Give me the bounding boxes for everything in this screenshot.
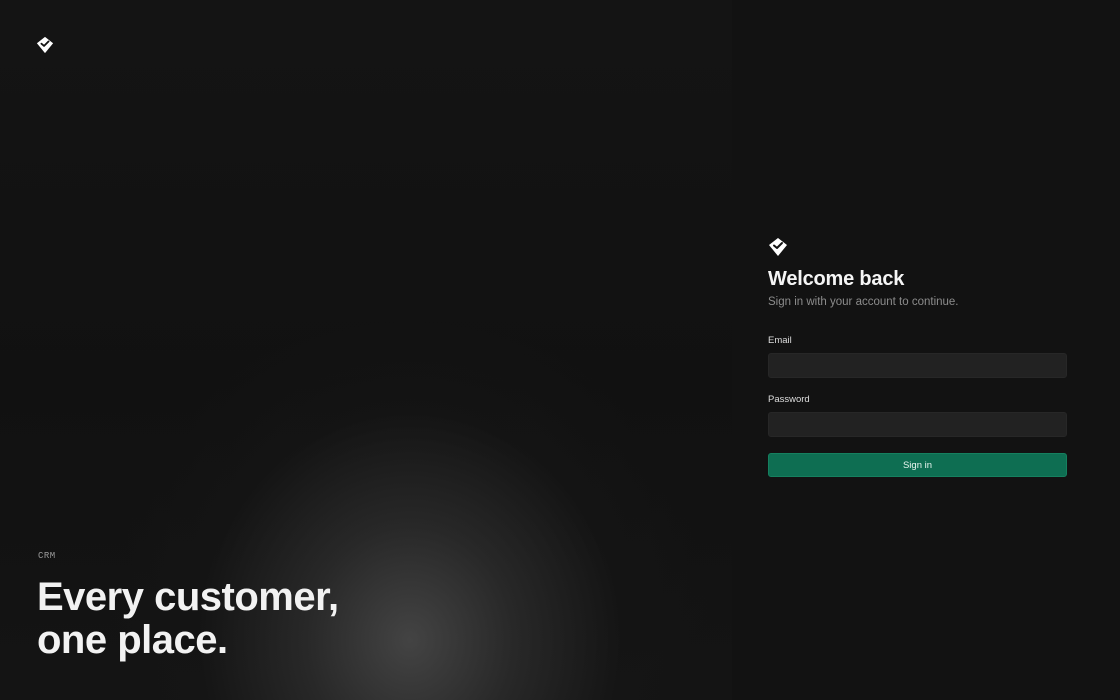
hero-headline: Every customer, one place. [37, 576, 339, 662]
password-label: Password [768, 394, 810, 405]
hero-headline-line-2: one place. [37, 618, 228, 662]
login-page: CRM Every customer, one place. Welcome b… [0, 0, 1120, 700]
password-field[interactable] [768, 412, 1067, 437]
sign-in-button[interactable]: Sign in [768, 453, 1067, 477]
email-field[interactable] [768, 353, 1067, 378]
hero-headline-line-1: Every customer, [37, 575, 339, 619]
signin-logo-icon [769, 238, 787, 256]
brand-logo-icon [36, 36, 54, 54]
signin-title: Welcome back [768, 268, 905, 290]
hero-eyebrow: CRM [38, 551, 56, 561]
signin-subtitle: Sign in with your account to continue. [768, 296, 959, 308]
signin-form: Welcome back Sign in with your account t… [768, 237, 1068, 477]
hero-panel: CRM Every customer, one place. [0, 0, 732, 700]
email-label: Email [768, 335, 792, 346]
